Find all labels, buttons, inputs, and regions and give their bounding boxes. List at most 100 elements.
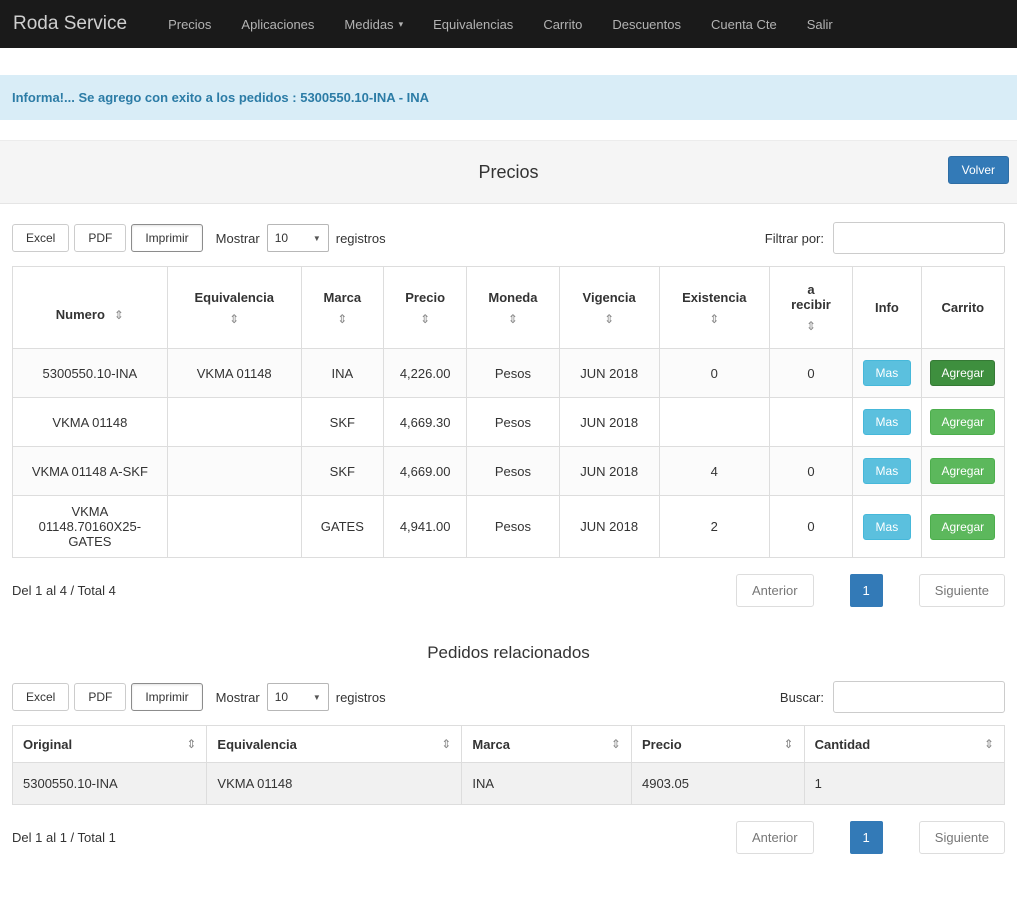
column-header-precio[interactable]: Precio ⇕ (382, 266, 468, 349)
nav-item-cuenta-cte[interactable]: Cuenta Cte (696, 17, 792, 32)
buscar-input[interactable] (833, 681, 1005, 713)
info-cell: Mas (852, 495, 922, 558)
sort-icon: ⇕ (420, 311, 431, 326)
registros-label: registros (335, 230, 386, 246)
sort-icon: ⇕ (783, 737, 794, 751)
sort-icon: ⇕ (337, 311, 348, 326)
page-number-button[interactable]: 1 (849, 821, 883, 854)
column-header-info[interactable]: Info (852, 266, 922, 349)
pedidos-toolbar: Excel PDF Imprimir Mostrar 10 ▼ registro… (12, 681, 1005, 713)
column-header-marca[interactable]: Marca ⇕ (461, 725, 632, 763)
agregar-button[interactable]: Agregar (930, 409, 996, 435)
column-header-numero[interactable]: Numero ⇕ (12, 266, 168, 349)
column-header-cantidad[interactable]: Cantidad ⇕ (803, 725, 1006, 763)
equivalencia-cell (166, 397, 302, 447)
page-size-select[interactable]: 10 ▼ (266, 683, 329, 711)
existencia-cell: 0 (658, 348, 770, 398)
column-header-existencia[interactable]: Existencia ⇕ (658, 266, 770, 349)
agregar-button[interactable]: Agregar (930, 360, 996, 386)
siguiente-button[interactable]: Siguiente (918, 821, 1005, 854)
select-arrow-icon: ▼ (312, 692, 321, 702)
pdf-button[interactable]: PDF (74, 683, 127, 711)
pedidos-header-row: Original ⇕ Equivalencia ⇕ Marca ⇕ Precio (11, 725, 1006, 763)
table-row: VKMA 01148.70160X25-GATES GATES 4,941.00… (12, 495, 1006, 558)
table-row: 5300550.10-INA VKMA 01148 INA 4,226.00 P… (12, 348, 1006, 398)
column-header-a-recibir[interactable]: a recibir ⇕ (768, 266, 854, 349)
moneda-cell: Pesos (466, 446, 560, 496)
excel-button[interactable]: Excel (12, 224, 70, 252)
column-header-precio-label: Precio (405, 289, 446, 305)
navbar: Roda Service Precios Aplicaciones Medida… (0, 0, 1017, 48)
existencia-cell: 2 (658, 495, 770, 558)
info-cell: Mas (852, 446, 922, 496)
imprimir-button[interactable]: Imprimir (131, 224, 203, 252)
column-header-vigencia[interactable]: Vigencia ⇕ (558, 266, 660, 349)
moneda-cell: Pesos (466, 397, 560, 447)
marca-cell: GATES (300, 495, 384, 558)
mostrar-label: Mostrar (215, 689, 260, 705)
sort-icon: ⇕ (441, 737, 452, 751)
column-header-cantidad-label: Cantidad (814, 736, 871, 752)
nav-item-precios[interactable]: Precios (153, 17, 226, 32)
numero-cell: VKMA 01148 (12, 397, 168, 447)
precio-cell: 4,669.30 (382, 397, 468, 447)
bottom-padding (0, 854, 1017, 872)
column-header-precio[interactable]: Precio ⇕ (630, 725, 805, 763)
page-number-button[interactable]: 1 (849, 574, 883, 607)
a-recibir-cell: 0 (768, 446, 854, 496)
success-alert: Informa!... Se agrego con exito a los pe… (0, 75, 1017, 120)
column-header-carrito[interactable]: Carrito (920, 266, 1006, 349)
sort-icon: ⇕ (229, 311, 240, 326)
siguiente-button[interactable]: Siguiente (918, 574, 1005, 607)
mas-button[interactable]: Mas (862, 513, 912, 540)
nav-item-aplicaciones[interactable]: Aplicaciones (226, 17, 329, 32)
success-alert-text: Informa!... Se agrego con exito a los pe… (12, 90, 430, 105)
equivalencia-cell: VKMA 01148 (166, 348, 302, 398)
a-recibir-cell (768, 397, 854, 447)
anterior-button[interactable]: Anterior (736, 574, 814, 607)
carrito-cell: Agregar (920, 348, 1006, 398)
nav-item-medidas[interactable]: Medidas ▾ (329, 17, 418, 32)
nav-item-descuentos[interactable]: Descuentos (597, 17, 696, 32)
filter-input[interactable] (833, 222, 1005, 254)
original-cell: 5300550.10-INA (11, 762, 208, 805)
mas-button[interactable]: Mas (862, 409, 912, 435)
brand[interactable]: Roda Service (13, 13, 127, 35)
equivalencia-cell: VKMA 01148 (206, 762, 463, 805)
vigencia-cell: JUN 2018 (558, 446, 660, 496)
moneda-cell: Pesos (466, 495, 560, 558)
precios-toolbar: Excel PDF Imprimir Mostrar 10 ▼ registro… (12, 222, 1005, 254)
anterior-button[interactable]: Anterior (736, 821, 814, 854)
existencia-cell (658, 397, 770, 447)
volver-button[interactable]: Volver (947, 156, 1009, 184)
mas-button[interactable]: Mas (862, 360, 912, 386)
page-size-select[interactable]: 10 ▼ (266, 224, 329, 252)
column-header-original[interactable]: Original ⇕ (11, 725, 208, 763)
column-header-equivalencia[interactable]: Equivalencia ⇕ (166, 266, 302, 349)
mas-button[interactable]: Mas (862, 458, 912, 484)
moneda-cell: Pesos (466, 348, 560, 398)
numero-cell: 5300550.10-INA (12, 348, 168, 398)
column-header-moneda[interactable]: Moneda ⇕ (466, 266, 560, 349)
precios-header-row: Numero ⇕ Equivalencia ⇕ Marca ⇕ Precio ⇕… (12, 266, 1006, 349)
imprimir-button[interactable]: Imprimir (131, 683, 203, 711)
agregar-button[interactable]: Agregar (930, 513, 996, 540)
column-header-original-label: Original (23, 736, 73, 752)
agregar-button[interactable]: Agregar (930, 458, 996, 484)
a-recibir-cell: 0 (768, 495, 854, 558)
nav-item-equivalencias[interactable]: Equivalencias (418, 17, 528, 32)
numero-cell: VKMA 01148 A-SKF (12, 446, 168, 496)
column-header-equivalencia[interactable]: Equivalencia ⇕ (206, 725, 463, 763)
nav-item-carrito[interactable]: Carrito (528, 17, 597, 32)
marca-cell: SKF (300, 446, 384, 496)
precios-table: Numero ⇕ Equivalencia ⇕ Marca ⇕ Precio ⇕… (12, 266, 1006, 558)
info-cell: Mas (852, 397, 922, 447)
sort-icon: ⇕ (507, 311, 518, 326)
excel-button[interactable]: Excel (12, 683, 70, 711)
equivalencia-cell (166, 446, 302, 496)
column-header-vigencia-label: Vigencia (582, 289, 636, 305)
precios-pagination: Anterior 1 Siguiente (736, 574, 1005, 607)
column-header-marca[interactable]: Marca ⇕ (300, 266, 384, 349)
pdf-button[interactable]: PDF (74, 224, 127, 252)
nav-item-salir[interactable]: Salir (792, 17, 848, 32)
